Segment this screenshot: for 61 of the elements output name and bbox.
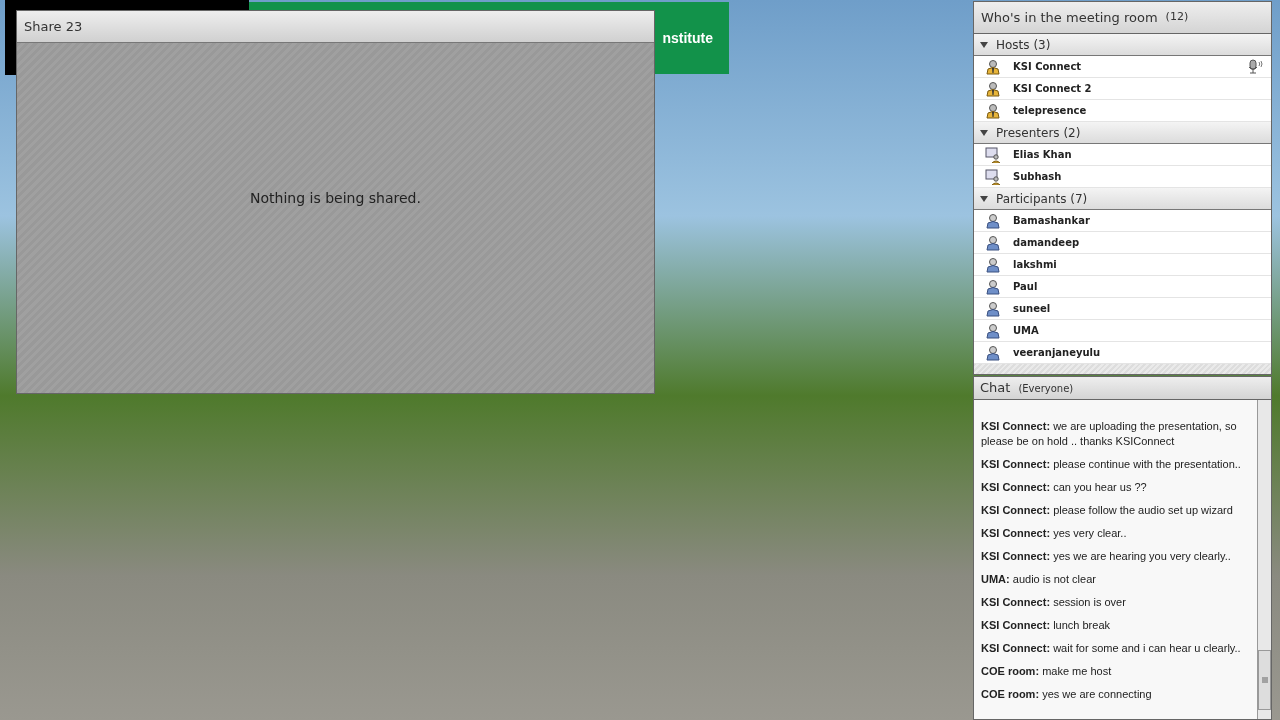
participant-person-icon [985, 212, 1001, 229]
attendee-name: Subhash [1013, 170, 1063, 184]
host-person-icon [985, 58, 1001, 75]
attendee-row[interactable]: suneel [974, 298, 1271, 320]
attendee-name: telepresence [1013, 104, 1088, 118]
chat-message: KSI Connect: please follow the audio set up wizard [981, 503, 1234, 518]
attendee-row[interactable]: lakshmi [974, 254, 1271, 276]
attendee-name: Bamashankar [1013, 214, 1091, 228]
attendee-name: lakshmi [1013, 258, 1058, 272]
chat-message: COE room: yes we are connecting [981, 687, 1153, 702]
chat-message: KSI Connect: please continue with the presentation.. [981, 457, 1242, 472]
pod-title: Share 23 [24, 17, 83, 36]
pod-title: Chat [980, 379, 1011, 398]
scrollbar-thumb[interactable] [1258, 650, 1271, 710]
scrollbar[interactable] [1257, 400, 1271, 719]
attendee-name: UMA [1013, 324, 1040, 338]
banner-text: nstitute [662, 28, 713, 48]
participant-person-icon [985, 234, 1001, 251]
attendee-name: suneel [1013, 302, 1052, 316]
role-section-header[interactable]: Presenters (2) [974, 122, 1271, 144]
chat-message: KSI Connect: we are uploading the presentation, so please be on hold .. thanks KSIConnect [981, 419, 1238, 449]
attendee-row[interactable]: damandeep [974, 232, 1271, 254]
host-person-icon [985, 102, 1001, 119]
attendee-name: Elias Khan [1013, 148, 1073, 162]
presenter-screen-icon [985, 146, 1001, 163]
participant-person-icon [985, 278, 1001, 295]
section-label: Participants (7) [996, 190, 1088, 208]
chat-message: COE room: make me host [981, 664, 1113, 679]
chat-message: KSI Connect: lunch break [981, 618, 1111, 633]
attendee-name: KSI Connect [1013, 60, 1083, 74]
chat-message: KSI Connect: can you hear us ?? [981, 480, 1148, 495]
host-person-icon [985, 80, 1001, 97]
attendee-name: damandeep [1013, 236, 1081, 250]
pod-title: Who's in the meeting room [981, 8, 1158, 27]
participant-person-icon [985, 344, 1001, 361]
attendee-name: veeranjaneyulu [1013, 346, 1102, 360]
grip-icon [1261, 677, 1268, 683]
attendee-name: Paul [1013, 280, 1039, 294]
section-label: Hosts (3) [996, 36, 1051, 54]
chat-message: KSI Connect: yes we are hearing you very clearly.. [981, 549, 1232, 564]
chat-message: KSI Connect: wait for some and i can hear u clearly.. [981, 641, 1242, 656]
attendee-name: KSI Connect 2 [1013, 82, 1093, 96]
chat-audience: (Everyone) [1018, 381, 1074, 396]
presenter-screen-icon [985, 168, 1001, 185]
attendee-row[interactable]: Elias Khan [974, 144, 1271, 166]
participant-person-icon [985, 256, 1001, 273]
participant-person-icon [985, 300, 1001, 317]
attendee-row[interactable]: KSI Connect 2 [974, 78, 1271, 100]
attendee-row[interactable]: Paul [974, 276, 1271, 298]
role-section-header[interactable]: Hosts (3) [974, 34, 1271, 56]
empty-share-message: Nothing is being shared. [250, 189, 421, 208]
attendee-row[interactable]: KSI Connect [974, 56, 1271, 78]
chat-message: UMA: audio is not clear [981, 572, 1097, 587]
chat-message: KSI Connect: yes very clear.. [981, 526, 1128, 541]
chat-message: KSI Connect: session is over [981, 595, 1127, 610]
attendee-count: (12) [1165, 9, 1189, 26]
section-label: Presenters (2) [996, 124, 1081, 142]
participant-person-icon [985, 322, 1001, 339]
attendee-row[interactable]: Bamashankar [974, 210, 1271, 232]
attendee-row[interactable]: UMA [974, 320, 1271, 342]
role-section-header[interactable]: Participants (7) [974, 188, 1271, 210]
